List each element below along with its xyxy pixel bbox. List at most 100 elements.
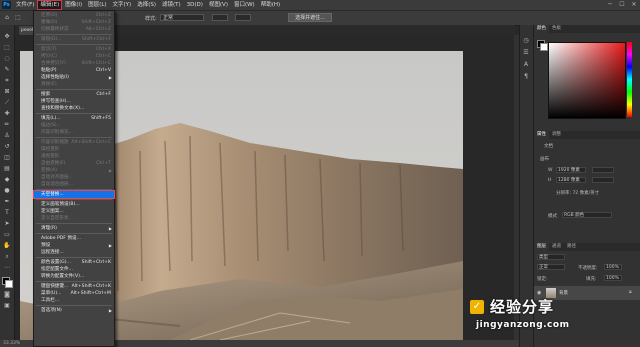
edit-menu-item[interactable]: 首选项(N) ▶ <box>34 307 114 314</box>
edit-menu-item[interactable]: 清理(R) ▶ <box>34 225 114 232</box>
edit-menu-item[interactable]: 粘贴(P) Ctrl+V <box>34 67 114 74</box>
type-tool-icon[interactable]: T <box>3 209 11 216</box>
path-selection-tool-icon[interactable]: ➤ <box>3 220 11 227</box>
tab-adjustments[interactable]: 调整 <box>549 132 564 137</box>
edit-menu-item[interactable]: 查找和替换文本(X)... <box>34 105 114 112</box>
canvas-x-field[interactable] <box>592 167 614 173</box>
fill-field[interactable]: 100% <box>604 275 622 281</box>
edit-menu-item: 定义自定形状... <box>34 215 114 222</box>
edit-menu-item[interactable]: 颜色设置(G)... Shift+Ctrl+K <box>34 259 114 266</box>
close-icon[interactable]: ✕ <box>628 0 640 10</box>
menu-9[interactable]: 窗口(W) <box>231 0 258 10</box>
background-color-swatch[interactable] <box>5 280 13 288</box>
menu-7[interactable]: 3D(D) <box>184 0 206 10</box>
menu-5[interactable]: 选择(S) <box>134 0 159 10</box>
edit-menu-item: 还原(O) Ctrl+Z <box>34 12 114 19</box>
edit-menu-item[interactable]: 填充(L)... Shift+F5 <box>34 115 114 122</box>
select-and-mask-button[interactable]: 选择并遮住... <box>288 13 332 22</box>
history-brush-tool-icon[interactable]: ↺ <box>3 143 11 150</box>
properties-doc-label: 文档 <box>544 144 553 149</box>
edit-menu-item[interactable]: 选择性粘贴(I) ▶ <box>34 74 114 81</box>
marquee-preset-icon[interactable]: ⬚ <box>14 14 22 21</box>
more-tools-icon[interactable]: ⋯ <box>3 264 11 271</box>
mode-select[interactable]: RGB 颜色 <box>562 212 612 218</box>
eyedropper-tool-icon[interactable]: ⟋ <box>3 99 11 106</box>
rectangle-tool-icon[interactable]: ▭ <box>3 231 11 238</box>
paragraph-panel-icon[interactable]: ¶ <box>522 73 530 80</box>
edit-menu-item[interactable]: 天空替换... <box>33 190 115 199</box>
screen-mode-icon[interactable]: ▣ <box>3 302 11 309</box>
history-panel-icon[interactable]: ◷ <box>522 37 530 44</box>
menu-1[interactable]: 编辑(E) <box>37 0 63 10</box>
libraries-panel-icon[interactable]: ☰ <box>522 49 530 56</box>
edit-menu-item[interactable]: 预设 ▶ <box>34 242 114 249</box>
tab-layers[interactable]: 图层 <box>534 243 549 251</box>
quick-mask-icon[interactable]: ◙ <box>3 291 11 298</box>
layer-kind-filter[interactable]: 类型 <box>537 254 565 260</box>
edit-menu-item[interactable]: 指定配置文件... <box>34 266 114 273</box>
blend-mode-select[interactable]: 正常 <box>537 264 565 270</box>
canvas-width-field[interactable]: 1920 像素 <box>556 167 586 173</box>
menu-8[interactable]: 视图(V) <box>206 0 231 10</box>
canvas-height-field[interactable]: 1280 像素 <box>556 177 586 183</box>
hue-slider[interactable] <box>627 42 632 117</box>
tab-swatches[interactable]: 色板 <box>549 26 564 31</box>
maximize-icon[interactable]: ☐ <box>616 0 628 10</box>
edit-menu-item[interactable]: 定义画笔预设(B)... <box>34 201 114 208</box>
tab-properties[interactable]: 属性 <box>534 131 549 139</box>
lasso-tool-icon[interactable]: ◌ <box>3 55 11 62</box>
quick-select-tool-icon[interactable]: ✎ <box>3 66 11 73</box>
tab-paths[interactable]: 路径 <box>564 244 579 249</box>
home-icon[interactable]: ⌂ <box>3 14 11 21</box>
tab-color[interactable]: 颜色 <box>534 25 549 33</box>
panel-background-swatch[interactable] <box>540 43 548 51</box>
menu-separator <box>36 305 112 306</box>
tab-channels[interactable]: 通道 <box>549 244 564 249</box>
gradient-tool-icon[interactable]: ▤ <box>3 165 11 172</box>
menu-0[interactable]: 文件(F) <box>13 0 37 10</box>
blur-tool-icon[interactable]: ◆ <box>3 176 11 183</box>
canvas-y-field[interactable] <box>592 177 614 183</box>
edit-menu-item[interactable]: 定义图案... <box>34 208 114 215</box>
edit-menu-item[interactable]: 搜索 Ctrl+F <box>34 91 114 98</box>
dodge-tool-icon[interactable]: ● <box>3 187 11 194</box>
menu-4[interactable]: 文字(Y) <box>110 0 135 10</box>
edit-menu-item-shortcut: Ctrl+T <box>96 161 111 166</box>
resolution-label: 分辨率: 72 像素/英寸 <box>556 191 600 196</box>
edit-menu-item-label: 选择性粘贴(I) <box>41 75 69 80</box>
pen-tool-icon[interactable]: ✒ <box>3 198 11 205</box>
style-select[interactable]: 正常 <box>160 14 204 21</box>
healing-brush-tool-icon[interactable]: ✚ <box>3 110 11 117</box>
crop-tool-icon[interactable]: ⌗ <box>3 77 11 84</box>
zoom-level[interactable]: 33.33% <box>3 341 20 346</box>
move-tool-icon[interactable]: ✥ <box>3 33 11 40</box>
eraser-tool-icon[interactable]: ◫ <box>3 154 11 161</box>
edit-menu-item[interactable]: Adobe PDF 预设... <box>34 235 114 242</box>
frame-tool-icon[interactable]: ⊠ <box>3 88 11 95</box>
opacity-field[interactable]: 100% <box>604 264 622 270</box>
edit-menu-item[interactable]: 工具栏... <box>34 297 114 304</box>
height-field[interactable] <box>235 14 251 21</box>
edit-menu-item[interactable]: 键盘快捷键... Alt+Shift+Ctrl+K <box>34 283 114 290</box>
color-picker-field[interactable] <box>548 42 626 119</box>
edit-menu-item-label: 内容识别缩放 <box>41 140 69 145</box>
edit-menu-item[interactable]: 拼写检查(H)... <box>34 98 114 105</box>
clone-stamp-tool-icon[interactable]: ♙ <box>3 132 11 139</box>
hand-tool-icon[interactable]: ✋ <box>3 242 11 249</box>
edit-menu-item[interactable]: 转换为配置文件(V)... <box>34 273 114 280</box>
edit-menu-item[interactable]: 远程连接... <box>34 249 114 256</box>
menu-6[interactable]: 滤镜(T) <box>159 0 184 10</box>
edit-menu-item-label: 自动混合图层... <box>41 182 73 187</box>
menu-3[interactable]: 图层(L) <box>85 0 109 10</box>
marquee-tool-icon[interactable]: ⬚ <box>3 44 11 51</box>
edit-menu-item: 自动对齐图层... <box>34 174 114 181</box>
edit-menu-item-shortcut: Ctrl+C <box>95 54 111 59</box>
zoom-tool-icon[interactable]: ⌕ <box>3 253 11 260</box>
menu-10[interactable]: 帮助(H) <box>258 0 283 10</box>
minimize-icon[interactable]: ─ <box>604 0 616 10</box>
edit-menu-item[interactable]: 菜单(U)... Alt+Shift+Ctrl+M <box>34 290 114 297</box>
character-panel-icon[interactable]: A <box>522 61 530 68</box>
width-field[interactable] <box>212 14 228 21</box>
brush-tool-icon[interactable]: ✏ <box>3 121 11 128</box>
menu-2[interactable]: 图像(I) <box>62 0 85 10</box>
